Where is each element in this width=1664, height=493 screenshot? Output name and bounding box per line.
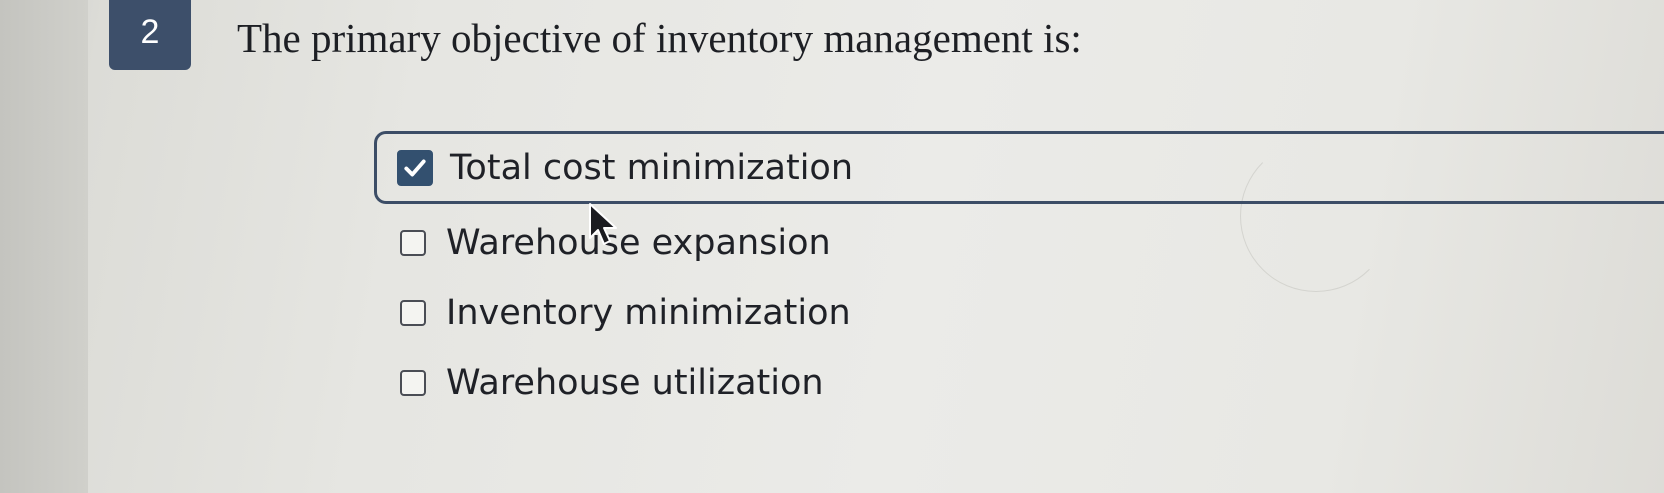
page-margin xyxy=(0,0,88,493)
mouse-pointer-icon xyxy=(589,203,617,245)
checkmark-icon xyxy=(404,159,426,176)
option-label: Warehouse utilization xyxy=(446,363,824,403)
option-label: Warehouse expansion xyxy=(446,223,831,263)
option-label: Total cost minimization xyxy=(450,147,854,188)
question-number-badge: 2 xyxy=(109,0,191,70)
option-total-cost-minimization[interactable]: Total cost minimization xyxy=(374,131,1664,204)
option-inventory-minimization[interactable]: Inventory minimization xyxy=(374,278,1664,348)
option-warehouse-utilization[interactable]: Warehouse utilization xyxy=(374,348,1664,418)
question-number: 2 xyxy=(140,12,160,51)
question-text: The primary objective of inventory manag… xyxy=(237,15,1082,61)
option-warehouse-expansion[interactable]: Warehouse expansion xyxy=(374,208,1664,278)
checkbox-unchecked[interactable] xyxy=(400,300,426,326)
checkbox-unchecked[interactable] xyxy=(400,370,426,396)
answer-options: Total cost minimization Warehouse expans… xyxy=(374,131,1664,418)
checkbox-checked[interactable] xyxy=(397,149,433,186)
checkbox-unchecked[interactable] xyxy=(400,230,426,256)
option-label: Inventory minimization xyxy=(446,293,851,333)
